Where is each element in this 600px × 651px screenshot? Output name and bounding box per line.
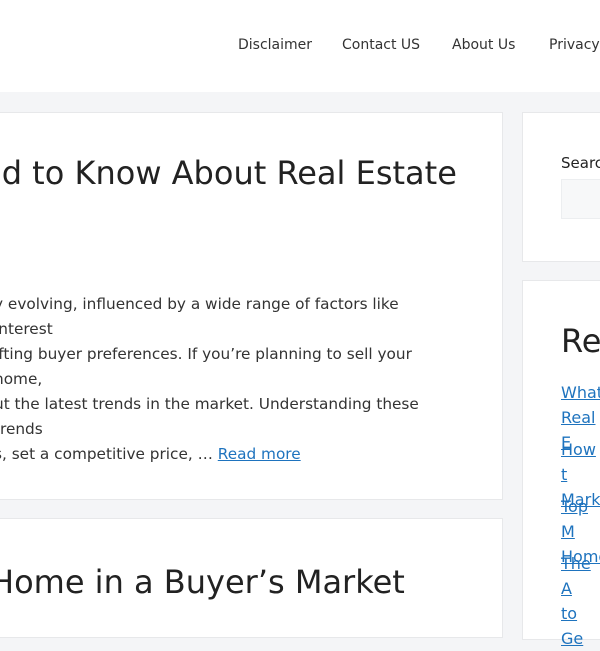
site-header: Disclaimer Contact US About Us Privacy P: [0, 0, 600, 92]
recent-post-link[interactable]: The A to Ge: [561, 551, 600, 651]
search-label: Searc: [561, 154, 600, 172]
post-title[interactable]: Home in a Buyer’s Market: [0, 559, 520, 605]
nav-item-privacy-policy[interactable]: Privacy P: [549, 37, 600, 53]
read-more-link[interactable]: Read more: [218, 445, 301, 463]
search-input[interactable]: [561, 179, 600, 219]
nav-item-disclaimer[interactable]: Disclaimer: [238, 37, 312, 53]
post-excerpt: y evolving, influenced by a wide range o…: [0, 292, 454, 467]
post-title[interactable]: ed to Know About Real Estate: [0, 150, 512, 196]
nav-item-about-us[interactable]: About Us: [452, 37, 515, 53]
recent-posts-heading: Re: [561, 322, 600, 360]
post-excerpt-text: y evolving, influenced by a wide range o…: [0, 295, 419, 463]
nav-item-contact-us[interactable]: Contact US: [342, 37, 420, 53]
